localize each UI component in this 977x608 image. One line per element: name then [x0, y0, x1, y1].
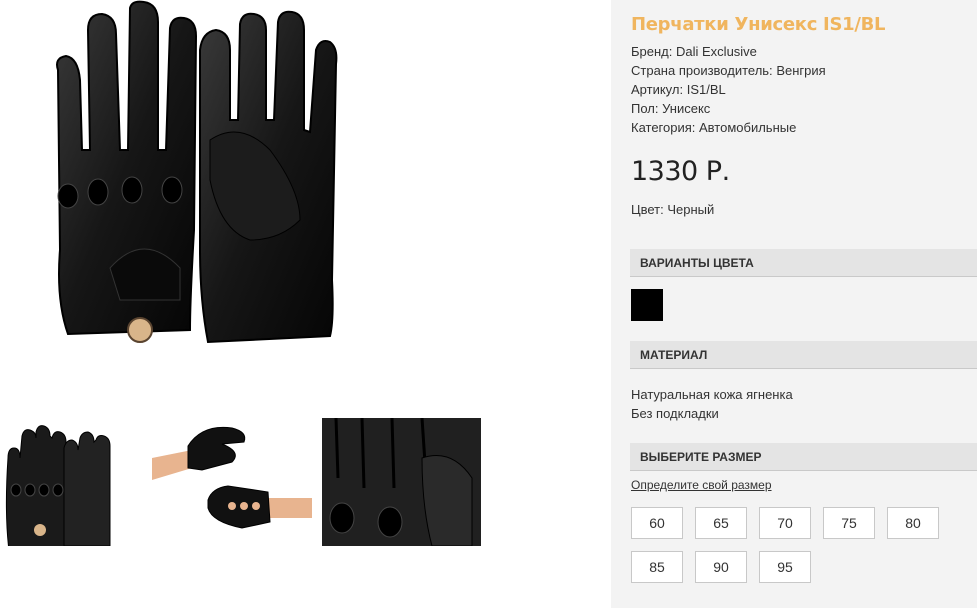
thumbnail-2[interactable]	[152, 418, 312, 546]
spec-label: Пол:	[631, 101, 659, 116]
product-price: 1330 Р.	[631, 156, 730, 187]
main-product-photo	[56, 0, 338, 344]
color-info: Цвет: Черный	[631, 202, 714, 217]
material-line-1: Натуральная кожа ягненка	[631, 387, 793, 402]
product-title: Перчатки Унисекс IS1/BL	[631, 14, 886, 35]
thumbnail-gloves-pair-image	[0, 418, 120, 546]
size-heading: ВЫБЕРИТЕ РАЗМЕР	[630, 443, 977, 471]
spec-label: Артикул:	[631, 82, 684, 97]
thumbnail-3[interactable]	[322, 418, 481, 546]
product-gallery	[0, 0, 611, 608]
size-option-85[interactable]: 85	[631, 551, 683, 583]
spec-brand: Бренд: Dali Exclusive	[631, 44, 757, 59]
size-option-65[interactable]: 65	[695, 507, 747, 539]
spec-category: Категория: Автомобильные	[631, 120, 796, 135]
thumbnail-closeup-image	[322, 418, 481, 546]
spec-value: IS1/BL	[686, 82, 726, 97]
color-value: Черный	[667, 202, 715, 217]
spec-value: Венгрия	[776, 63, 826, 78]
spec-value: Автомобильные	[699, 120, 797, 135]
color-variants-heading: ВАРИАНТЫ ЦВЕТА	[630, 249, 977, 277]
spec-gender: Пол: Унисекс	[631, 101, 710, 116]
thumbnail-hands-image	[152, 418, 312, 546]
color-swatch-black[interactable]	[631, 289, 663, 321]
spec-country: Страна производитель: Венгрия	[631, 63, 826, 78]
size-option-80[interactable]: 80	[887, 507, 939, 539]
size-option-75[interactable]: 75	[823, 507, 875, 539]
spec-label: Страна производитель:	[631, 63, 773, 78]
size-option-95[interactable]: 95	[759, 551, 811, 583]
material-line-2: Без подкладки	[631, 406, 719, 421]
size-guide-link[interactable]: Определите свой размер	[631, 478, 772, 492]
size-option-70[interactable]: 70	[759, 507, 811, 539]
product-info-panel: Перчатки Унисекс IS1/BL Бренд: Dali Excl…	[611, 0, 977, 608]
color-label: Цвет:	[631, 202, 664, 217]
size-option-90[interactable]: 90	[695, 551, 747, 583]
spec-value: Унисекс	[662, 101, 711, 116]
thumbnail-1[interactable]	[0, 418, 120, 546]
spec-label: Категория:	[631, 120, 696, 135]
size-option-60[interactable]: 60	[631, 507, 683, 539]
spec-article: Артикул: IS1/BL	[631, 82, 726, 97]
material-heading: МАТЕРИАЛ	[630, 341, 977, 369]
spec-label: Бренд:	[631, 44, 673, 59]
spec-value: Dali Exclusive	[676, 44, 757, 59]
